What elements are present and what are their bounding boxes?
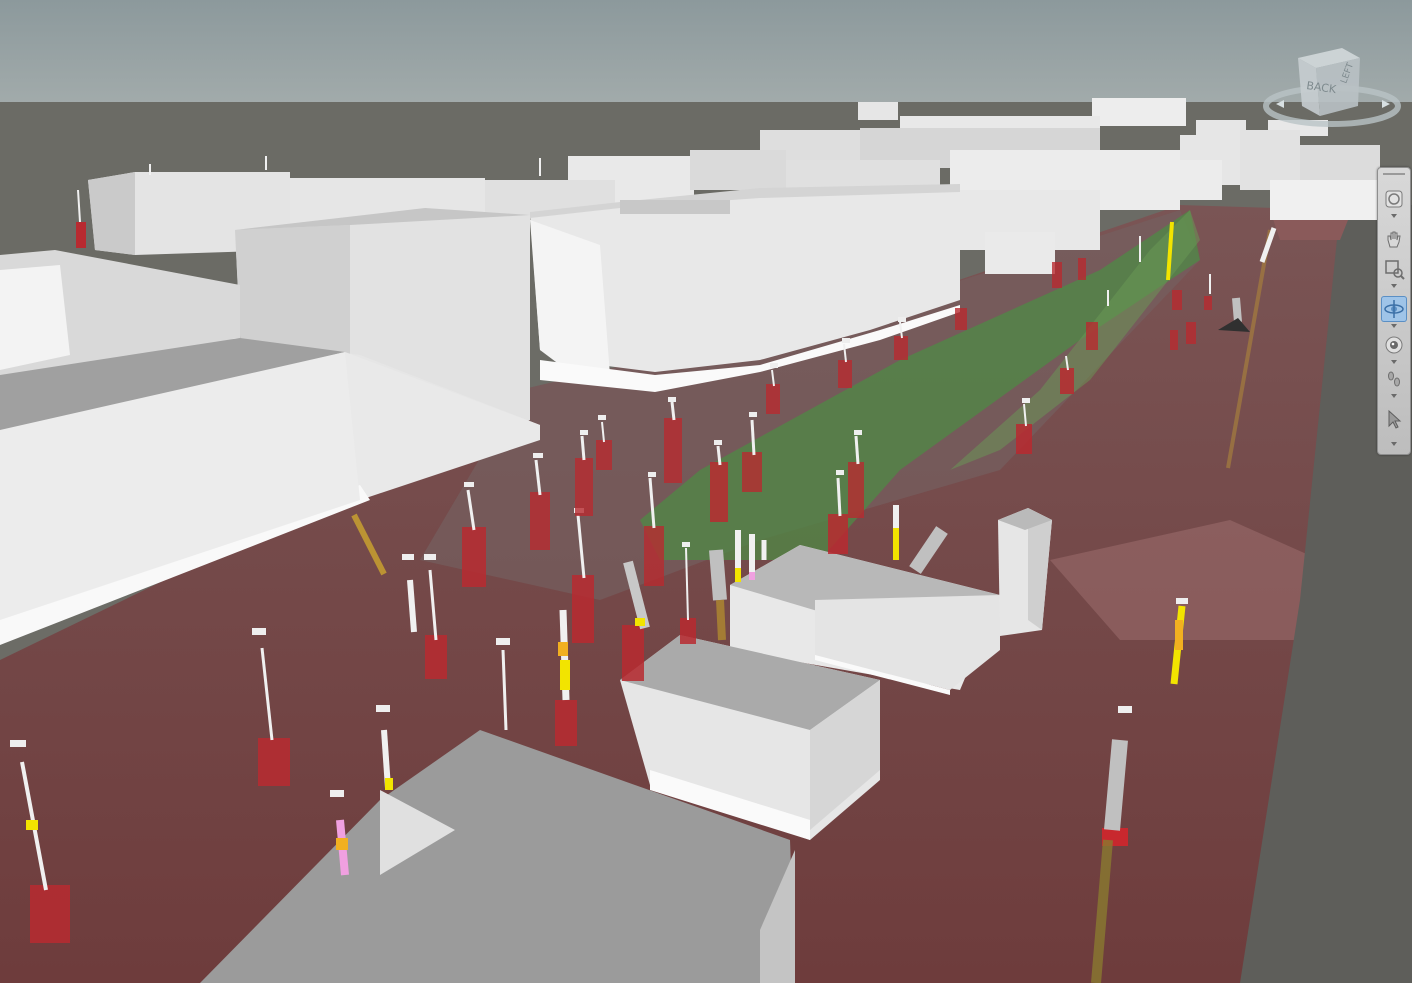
chevron-down-icon[interactable] — [1391, 360, 1397, 364]
viewcube[interactable]: BACK LEFT — [1262, 44, 1402, 128]
sky — [0, 0, 1412, 104]
cursor-arrow-icon — [1388, 409, 1402, 429]
pan-button[interactable] — [1381, 226, 1407, 252]
borehole[interactable] — [1052, 262, 1062, 288]
borehole[interactable] — [1078, 258, 1086, 280]
viewcube-arrow-right-icon[interactable] — [1382, 100, 1390, 108]
borehole[interactable] — [955, 308, 967, 330]
steering-wheel-icon — [1385, 190, 1403, 208]
select-button[interactable] — [1381, 406, 1407, 432]
chevron-down-icon[interactable] — [1391, 214, 1397, 218]
viewcube-arrow-left-icon[interactable] — [1276, 100, 1284, 108]
zoom-window-button[interactable] — [1381, 256, 1407, 282]
hand-icon — [1387, 231, 1401, 248]
chevron-down-icon[interactable] — [1391, 442, 1397, 446]
eye-icon — [1385, 336, 1403, 354]
zoom-window-icon — [1385, 260, 1405, 280]
nav-bar-grip-icon[interactable] — [1381, 170, 1407, 178]
full-navigation-wheel-button[interactable] — [1381, 186, 1407, 212]
3d-viewport[interactable]: BACK LEFT — [0, 0, 1412, 983]
walk-button[interactable] — [1381, 366, 1407, 392]
chevron-down-icon[interactable] — [1391, 324, 1397, 328]
orbit-icon — [1384, 300, 1404, 318]
orbit-button[interactable] — [1381, 296, 1407, 322]
borehole[interactable] — [1086, 322, 1098, 350]
footsteps-icon — [1388, 371, 1400, 387]
chevron-down-icon[interactable] — [1391, 394, 1397, 398]
3d-scene[interactable] — [0, 0, 1412, 983]
chevron-down-icon[interactable] — [1391, 284, 1397, 288]
navigation-bar[interactable] — [1377, 167, 1411, 455]
look-around-button[interactable] — [1381, 332, 1407, 358]
